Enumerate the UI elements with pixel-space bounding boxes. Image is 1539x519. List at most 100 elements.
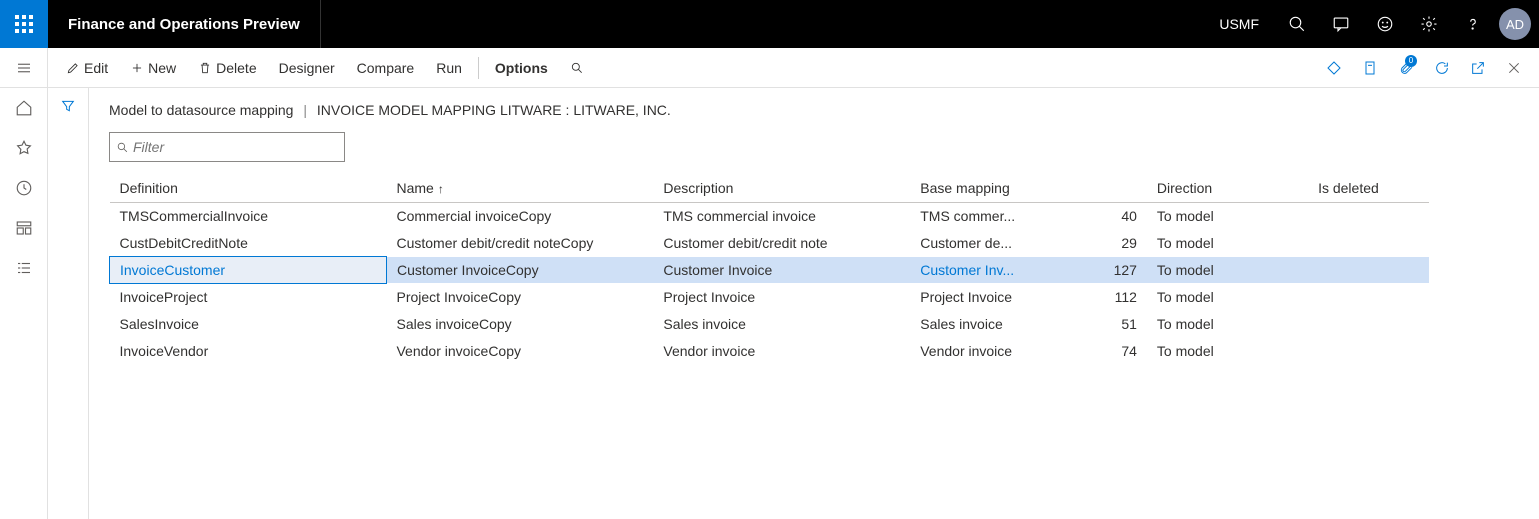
chat-icon (1332, 15, 1350, 33)
table-row[interactable]: InvoiceCustomerCustomer InvoiceCopy Custo… (110, 257, 1430, 284)
cell-definition: SalesInvoice (110, 311, 387, 338)
breadcrumb-part1: Model to datasource mapping (109, 102, 293, 118)
funnel-icon (60, 98, 76, 114)
company-code[interactable]: USMF (1203, 16, 1275, 32)
breadcrumb-separator: | (297, 102, 313, 118)
cell-direction: To model (1147, 311, 1308, 338)
col-is-deleted[interactable]: Is deleted (1308, 174, 1429, 203)
settings-button[interactable] (1407, 0, 1451, 48)
refresh-icon (1434, 60, 1450, 76)
filter-rail[interactable] (48, 88, 88, 519)
cell-is-deleted (1308, 203, 1429, 230)
filter-box[interactable] (109, 132, 345, 162)
cell-is-deleted (1308, 311, 1429, 338)
col-direction[interactable]: Direction (1147, 174, 1308, 203)
delete-button[interactable]: Delete (190, 56, 264, 80)
plus-icon (130, 61, 144, 75)
cell-description: Project Invoice (653, 284, 910, 311)
quick-search-button[interactable] (562, 57, 592, 79)
close-button[interactable] (1499, 53, 1529, 83)
help-button[interactable] (1451, 0, 1495, 48)
nav-workspaces[interactable] (0, 208, 48, 248)
filter-input[interactable] (133, 139, 338, 155)
nav-recent[interactable] (0, 168, 48, 208)
cell-definition: InvoiceProject (110, 284, 387, 311)
designer-label: Designer (279, 60, 335, 76)
delete-label: Delete (216, 60, 256, 76)
search-icon (1288, 15, 1306, 33)
feedback-button[interactable] (1363, 0, 1407, 48)
nav-home[interactable] (0, 88, 48, 128)
cell-base-mapping: TMS commer... (910, 203, 1091, 230)
nav-menu-button[interactable] (0, 48, 48, 88)
cell-name: Commercial invoiceCopy (386, 203, 653, 230)
table-row[interactable]: InvoiceProjectProject InvoiceCopyProject… (110, 284, 1430, 311)
cell-description: TMS commercial invoice (653, 203, 910, 230)
edit-button[interactable]: Edit (58, 56, 116, 80)
page-options-button[interactable] (1355, 53, 1385, 83)
divider (478, 57, 479, 79)
new-button[interactable]: New (122, 56, 184, 80)
run-button[interactable]: Run (428, 56, 470, 80)
col-definition[interactable]: Definition (110, 174, 387, 203)
col-description[interactable]: Description (653, 174, 910, 203)
hamburger-icon (15, 59, 33, 77)
table-row[interactable]: SalesInvoiceSales invoiceCopy Sales invoi… (110, 311, 1430, 338)
cell-base-mapping: Project Invoice (910, 284, 1091, 311)
page-icon (1362, 60, 1378, 76)
app-launcher-button[interactable] (0, 0, 48, 48)
compare-label: Compare (357, 60, 415, 76)
attachments-button[interactable]: 0 (1391, 53, 1421, 83)
cell-direction: To model (1147, 338, 1308, 365)
cell-direction: To model (1147, 284, 1308, 311)
search-button[interactable] (1275, 0, 1319, 48)
cell-name: Customer InvoiceCopy (386, 257, 653, 284)
cell-description: Customer debit/credit note (653, 230, 910, 257)
attachment-badge: 0 (1405, 55, 1417, 67)
star-icon (15, 139, 33, 157)
cell-count: 74 (1092, 338, 1147, 365)
run-label: Run (436, 60, 462, 76)
cell-count: 51 (1092, 311, 1147, 338)
cell-is-deleted (1308, 338, 1429, 365)
options-button[interactable]: Options (487, 56, 556, 80)
cell-name: Customer debit/credit noteCopy (386, 230, 653, 257)
cell-is-deleted (1308, 257, 1429, 284)
pencil-icon (66, 61, 80, 75)
header-row: Definition Name Description Base mapping… (110, 174, 1430, 203)
modules-icon (15, 259, 33, 277)
gear-icon (1420, 15, 1438, 33)
user-avatar[interactable]: AD (1499, 8, 1531, 40)
table-row[interactable]: TMSCommercialInvoiceCommercial invoiceCo… (110, 203, 1430, 230)
popout-button[interactable] (1463, 53, 1493, 83)
designer-button[interactable]: Designer (271, 56, 343, 80)
messages-button[interactable] (1319, 0, 1363, 48)
refresh-button[interactable] (1427, 53, 1457, 83)
nav-rail (0, 48, 48, 519)
breadcrumb: Model to datasource mapping | INVOICE MO… (109, 102, 1519, 118)
col-base-mapping[interactable]: Base mapping (910, 174, 1147, 203)
col-name[interactable]: Name (386, 174, 653, 203)
cell-direction: To model (1147, 230, 1308, 257)
personalize-button[interactable] (1319, 53, 1349, 83)
cell-name: Project InvoiceCopy (386, 284, 653, 311)
diamond-icon (1326, 60, 1342, 76)
cell-base-mapping: Sales invoice (910, 311, 1091, 338)
cell-base-mapping: Customer Inv... (910, 257, 1091, 284)
trash-icon (198, 61, 212, 75)
nav-modules[interactable] (0, 248, 48, 288)
main-pane: Model to datasource mapping | INVOICE MO… (88, 88, 1539, 519)
cell-base-mapping: Customer de... (910, 230, 1091, 257)
popout-icon (1470, 60, 1486, 76)
cell-definition: InvoiceVendor (110, 338, 387, 365)
cell-name: Sales invoiceCopy (386, 311, 653, 338)
nav-favorites[interactable] (0, 128, 48, 168)
cell-name: Vendor invoiceCopy (386, 338, 653, 365)
search-icon (116, 141, 129, 154)
table-row[interactable]: InvoiceVendorVendor invoiceCopyVendor in… (110, 338, 1430, 365)
compare-button[interactable]: Compare (349, 56, 423, 80)
top-bar: Finance and Operations Preview USMF AD (0, 0, 1539, 48)
workspace-icon (15, 219, 33, 237)
table-row[interactable]: CustDebitCreditNoteCustomer debit/credit… (110, 230, 1430, 257)
cell-definition: InvoiceCustomer (110, 257, 387, 284)
